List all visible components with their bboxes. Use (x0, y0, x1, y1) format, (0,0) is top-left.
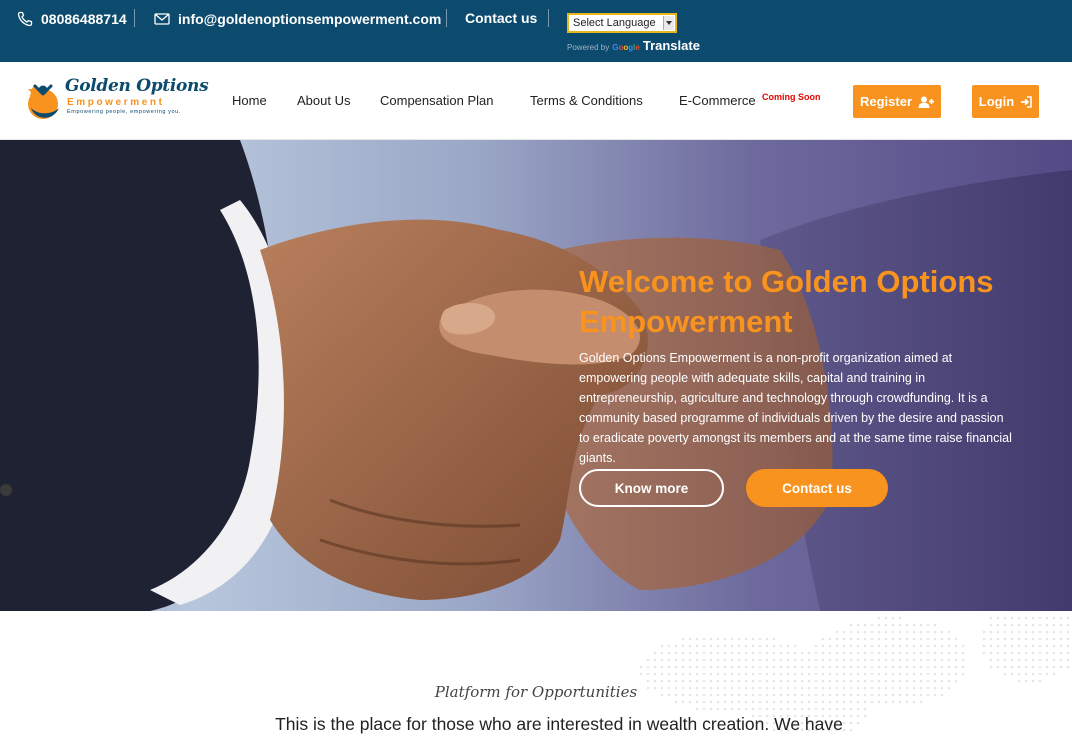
sign-in-icon (1021, 95, 1032, 108)
site-logo[interactable]: Golden Options Empowerment Empowering pe… (25, 72, 209, 128)
phone-icon (17, 11, 33, 27)
coming-soon-badge: Coming Soon (762, 92, 821, 102)
phone-link[interactable]: 08086488714 (17, 11, 127, 27)
hero-contact-button[interactable]: Contact us (746, 469, 888, 507)
main-navbar: Golden Options Empowerment Empowering pe… (0, 62, 1072, 140)
login-label: Login (978, 94, 1015, 109)
section-intro-text: This is the place for those who are inte… (275, 714, 843, 734)
logo-name: Golden Options (65, 76, 209, 96)
add-user-icon (918, 96, 935, 108)
logo-name-sub: Empowerment (67, 97, 165, 108)
hero-banner: Welcome to Golden Options Empowerment Go… (0, 140, 1072, 611)
powered-by-google-translate: Powered by Google Translate (567, 38, 700, 53)
top-bar: 08086488714 info@goldenoptionsempowermen… (0, 0, 1072, 62)
nav-about-us[interactable]: About Us (297, 93, 350, 108)
logo-tagline: Empowering people, empowering you. (67, 109, 181, 115)
email-link[interactable]: info@goldenoptionsempowerment.com (154, 11, 441, 27)
hero-description: Golden Options Empowerment is a non-prof… (579, 351, 1012, 465)
translate-link[interactable]: Translate (643, 38, 700, 53)
phone-number: 08086488714 (41, 11, 127, 27)
nav-compensation-plan[interactable]: Compensation Plan (380, 93, 493, 108)
language-select-value: Select Language (573, 17, 656, 29)
register-button[interactable]: Register (853, 85, 941, 118)
email-address: info@goldenoptionsempowerment.com (178, 11, 442, 27)
divider (548, 9, 549, 27)
chevron-down-icon (663, 16, 674, 30)
nav-home[interactable]: Home (232, 93, 267, 108)
logo-mark-icon (28, 84, 59, 119)
language-select[interactable]: Select Language (567, 13, 677, 33)
nav-terms-conditions[interactable]: Terms & Conditions (530, 93, 643, 108)
mail-icon (154, 13, 170, 25)
section-subtitle: Platform for Opportunities (434, 683, 638, 701)
nav-e-commerce[interactable]: E-Commerce (679, 93, 756, 108)
hero-title: Welcome to Golden Options Empowerment (579, 264, 994, 339)
know-more-button[interactable]: Know more (579, 469, 724, 507)
divider (446, 9, 447, 27)
topbar-contact-link[interactable]: Contact us (465, 10, 537, 26)
google-logo: Google (612, 43, 640, 52)
divider (134, 9, 135, 27)
login-button[interactable]: Login (972, 85, 1039, 118)
register-label: Register (859, 94, 913, 109)
powered-by-text: Powered by (567, 43, 610, 52)
